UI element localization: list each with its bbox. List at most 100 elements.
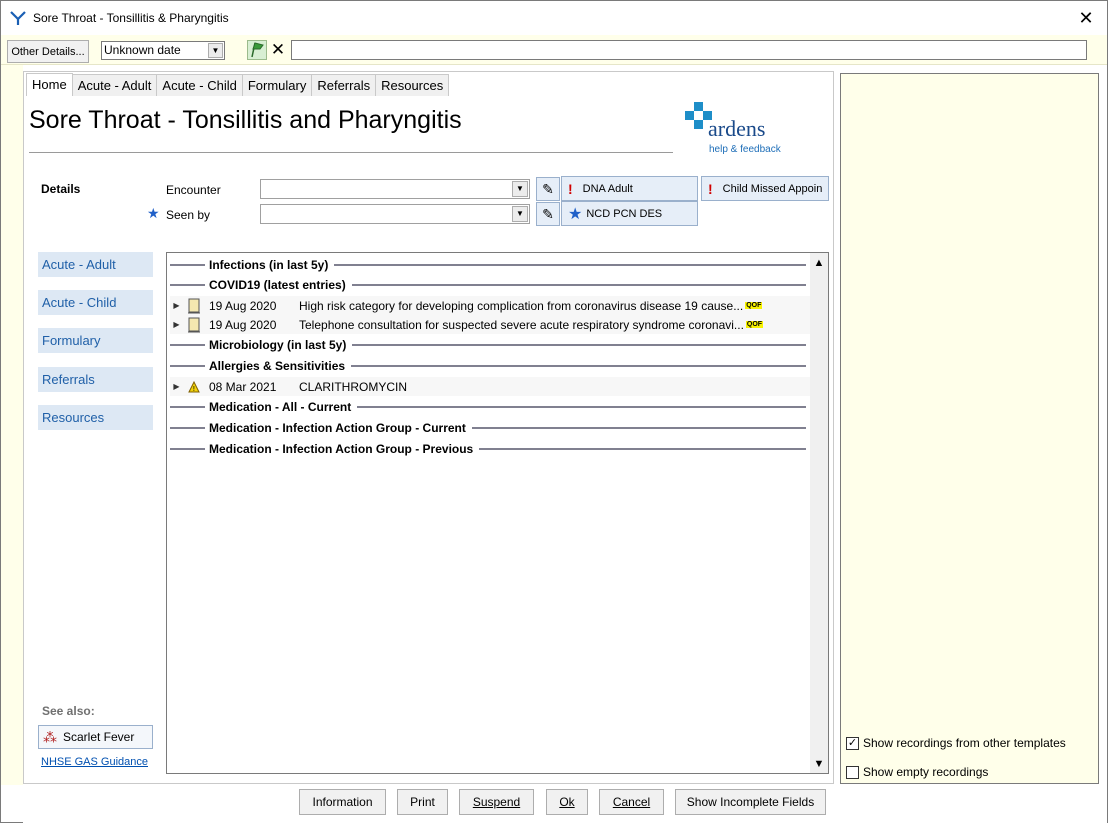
section-medication-all: Medication - All - Current bbox=[170, 399, 806, 415]
entry-date: 19 Aug 2020 bbox=[209, 317, 277, 332]
section-rule bbox=[334, 264, 806, 266]
ardens-wordmark: ardens bbox=[708, 116, 766, 141]
suspend-button[interactable]: Suspend bbox=[459, 789, 534, 815]
section-rule bbox=[170, 365, 205, 367]
section-medication-iag-previous: Medication - Infection Action Group - Pr… bbox=[170, 441, 806, 457]
section-label: COVID19 (latest entries) bbox=[209, 278, 346, 292]
tab-strip: Home Acute - Adult Acute - Child Formula… bbox=[26, 73, 450, 96]
side-nav-acute-adult[interactable]: Acute - Adult bbox=[38, 252, 153, 277]
seen-by-combo[interactable]: ▼ bbox=[260, 204, 530, 224]
dna-adult-alert[interactable]: ! DNA Adult bbox=[561, 176, 698, 201]
list-scrollbar[interactable] bbox=[810, 253, 828, 773]
entry-description: Telephone consultation for suspected sev… bbox=[299, 317, 744, 332]
required-star-icon: ★ bbox=[147, 205, 160, 221]
date-select-value: Unknown date bbox=[104, 43, 181, 57]
section-rule bbox=[170, 406, 205, 408]
show-other-templates-checkbox[interactable]: ✓ bbox=[846, 736, 859, 750]
section-label: Allergies & Sensitivities bbox=[209, 359, 346, 373]
entry-description: High risk category for developing compli… bbox=[299, 298, 744, 313]
expand-arrow-icon[interactable]: ▶ bbox=[170, 301, 183, 310]
child-missed-label: Child Missed Appoin bbox=[722, 182, 823, 195]
encounter-edit-button[interactable]: ✎ bbox=[536, 177, 560, 201]
free-text-input[interactable] bbox=[291, 40, 1087, 60]
flag-button[interactable] bbox=[247, 40, 267, 60]
show-other-templates-option[interactable]: ✓ Show recordings from other templates bbox=[846, 736, 1066, 750]
print-button[interactable]: Print bbox=[397, 789, 448, 815]
section-rule bbox=[170, 344, 205, 346]
ardens-logo[interactable]: ardens help & feedback bbox=[684, 101, 794, 159]
qof-badge: QOF bbox=[745, 302, 763, 309]
section-rule bbox=[357, 406, 806, 408]
entry-description: CLARITHROMYCIN bbox=[299, 379, 408, 394]
document-icon bbox=[183, 297, 205, 314]
section-rule bbox=[352, 344, 806, 346]
entry-date: 08 Mar 2021 bbox=[209, 379, 277, 394]
document-icon bbox=[183, 316, 205, 333]
encounter-label: Encounter bbox=[166, 183, 221, 197]
tab-home[interactable]: Home bbox=[26, 73, 73, 96]
entry-date: 19 Aug 2020 bbox=[209, 298, 277, 313]
chevron-down-icon[interactable]: ▼ bbox=[512, 181, 528, 197]
side-nav-referrals[interactable]: Referrals bbox=[38, 367, 153, 392]
ncd-pcn-alert[interactable]: ★ NCD PCN DES bbox=[561, 201, 698, 226]
close-icon[interactable]: ✕ bbox=[1075, 7, 1097, 29]
scarlet-fever-button[interactable]: ⁂ Scarlet Fever bbox=[38, 725, 153, 749]
section-label: Infections (in last 5y) bbox=[209, 258, 329, 272]
clear-icon[interactable]: ✕ bbox=[268, 40, 288, 60]
section-infections: Infections (in last 5y) bbox=[170, 257, 806, 273]
title-bar: Sore Throat - Tonsillitis & Pharyngitis … bbox=[1, 1, 1107, 35]
chevron-down-icon[interactable]: ▼ bbox=[512, 206, 528, 222]
ok-button[interactable]: Ok bbox=[546, 789, 588, 815]
tab-resources[interactable]: Resources bbox=[375, 74, 450, 96]
side-nav-acute-child[interactable]: Acute - Child bbox=[38, 290, 153, 315]
show-empty-label: Show empty recordings bbox=[863, 765, 989, 779]
left-margin bbox=[1, 65, 23, 785]
section-rule bbox=[170, 448, 205, 450]
information-button[interactable]: Information bbox=[299, 789, 386, 815]
tab-referrals[interactable]: Referrals bbox=[311, 74, 377, 96]
show-empty-checkbox[interactable] bbox=[846, 765, 859, 779]
section-covid19: COVID19 (latest entries) bbox=[170, 277, 806, 293]
encounter-combo[interactable]: ▼ bbox=[260, 179, 530, 199]
child-missed-alert[interactable]: ! Child Missed Appoin bbox=[701, 176, 829, 201]
side-nav-formulary[interactable]: Formulary bbox=[38, 328, 153, 353]
side-nav-resources[interactable]: Resources bbox=[38, 405, 153, 430]
qof-badge: QOF bbox=[745, 321, 764, 328]
show-incomplete-fields-button[interactable]: Show Incomplete Fields bbox=[675, 789, 826, 815]
see-also-label: See also: bbox=[42, 704, 95, 718]
section-rule bbox=[471, 427, 806, 429]
exclamation-icon: ! bbox=[708, 180, 713, 197]
tab-acute-child[interactable]: Acute - Child bbox=[156, 74, 243, 96]
flag-icon bbox=[251, 42, 264, 58]
scarlet-fever-label: Scarlet Fever bbox=[63, 730, 135, 744]
tab-formulary[interactable]: Formulary bbox=[241, 74, 313, 96]
scroll-up-icon[interactable]: ▲ bbox=[810, 254, 828, 272]
covid-entry-row[interactable]: ▶ 19 Aug 2020 Telephone consultation for… bbox=[170, 315, 810, 334]
expand-arrow-icon[interactable]: ▶ bbox=[170, 320, 183, 329]
tab-acute-adult[interactable]: Acute - Adult bbox=[71, 74, 158, 96]
section-rule bbox=[351, 365, 806, 367]
date-select[interactable]: Unknown date ▼ bbox=[101, 41, 225, 60]
other-details-button[interactable]: Other Details... bbox=[7, 40, 89, 63]
app-logo-icon bbox=[10, 11, 26, 25]
ncd-pcn-label: NCD PCN DES bbox=[586, 207, 663, 220]
expand-arrow-icon[interactable]: ▶ bbox=[170, 382, 183, 391]
allergy-entry-row[interactable]: ▶ ! 08 Mar 2021 CLARITHROMYCIN bbox=[170, 377, 810, 396]
section-rule bbox=[170, 427, 205, 429]
seen-by-edit-button[interactable]: ✎ bbox=[536, 202, 560, 226]
right-panel bbox=[840, 73, 1099, 784]
chevron-down-icon[interactable]: ▼ bbox=[208, 43, 223, 58]
section-label: Medication - All - Current bbox=[209, 400, 352, 414]
show-empty-option[interactable]: Show empty recordings bbox=[846, 765, 988, 779]
cancel-button[interactable]: Cancel bbox=[599, 789, 664, 815]
nhse-gas-guidance-link[interactable]: NHSE GAS Guidance bbox=[41, 756, 148, 768]
scroll-down-icon[interactable]: ▼ bbox=[810, 755, 828, 773]
covid-entry-row[interactable]: ▶ 19 Aug 2020 High risk category for dev… bbox=[170, 296, 810, 315]
title-divider bbox=[29, 152, 673, 153]
section-allergies: Allergies & Sensitivities bbox=[170, 358, 806, 374]
svg-text:!: ! bbox=[193, 385, 196, 393]
exclamation-icon: ! bbox=[568, 180, 573, 197]
template-window: Sore Throat - Tonsillitis & Pharyngitis … bbox=[0, 0, 1108, 823]
help-feedback-link[interactable]: help & feedback bbox=[709, 144, 781, 155]
allergy-warning-icon: ! bbox=[183, 378, 205, 395]
